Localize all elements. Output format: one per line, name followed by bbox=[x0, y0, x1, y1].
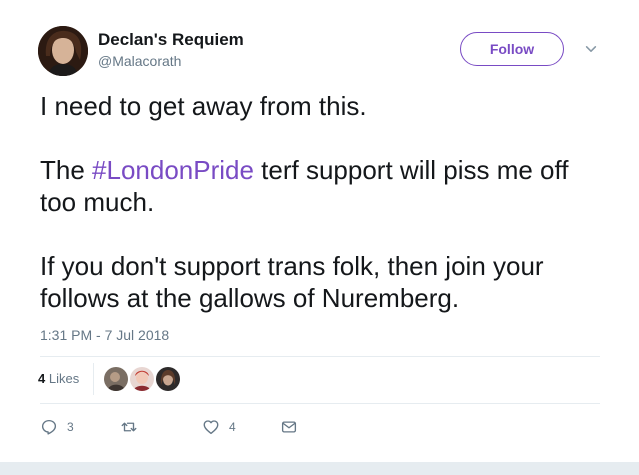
retweet-icon bbox=[121, 422, 137, 432]
user-handle[interactable]: @Malacorath bbox=[98, 53, 181, 69]
likes-count: 4 bbox=[38, 371, 46, 386]
liker-avatar[interactable] bbox=[130, 367, 154, 391]
liker-avatar[interactable] bbox=[104, 367, 128, 391]
liker-avatar[interactable] bbox=[156, 367, 180, 391]
envelope-icon bbox=[281, 421, 297, 433]
follow-button[interactable]: Follow bbox=[460, 32, 564, 66]
like-button[interactable]: 4 bbox=[202, 415, 236, 439]
tweet-paragraph-3: If you don't support trans folk, then jo… bbox=[40, 251, 544, 313]
tweet-timestamp[interactable]: 1:31 PM - 7 Jul 2018 bbox=[40, 327, 169, 343]
tweet-text: I need to get away from this. The #Londo… bbox=[40, 90, 610, 314]
retweet-button[interactable] bbox=[120, 415, 147, 439]
tweet-card: Declan's Requiem @Malacorath Follow I ne… bbox=[0, 0, 639, 462]
divider bbox=[93, 363, 94, 395]
divider bbox=[40, 356, 600, 357]
tweet-paragraph-1: I need to get away from this. bbox=[40, 91, 367, 121]
likes-stat[interactable]: 4 Likes bbox=[38, 371, 79, 386]
user-avatar[interactable] bbox=[38, 26, 88, 76]
user-display-name[interactable]: Declan's Requiem bbox=[98, 30, 244, 50]
heart-icon bbox=[203, 420, 219, 435]
tweet-text-prefix: The bbox=[40, 155, 93, 185]
likes-label: Likes bbox=[48, 371, 80, 386]
likers-avatars bbox=[104, 367, 182, 391]
page-background-band bbox=[0, 462, 639, 475]
tweet-paragraph-2: The #LondonPride terf support will piss … bbox=[40, 154, 610, 218]
reply-count: 3 bbox=[67, 420, 74, 434]
reply-button[interactable]: 3 bbox=[40, 415, 74, 439]
reply-icon bbox=[41, 419, 57, 435]
more-options-chevron-down-icon[interactable] bbox=[581, 39, 601, 59]
divider bbox=[40, 403, 600, 404]
like-count: 4 bbox=[229, 420, 236, 434]
direct-message-button[interactable] bbox=[280, 415, 298, 439]
hashtag-link[interactable]: #LondonPride bbox=[92, 155, 254, 185]
